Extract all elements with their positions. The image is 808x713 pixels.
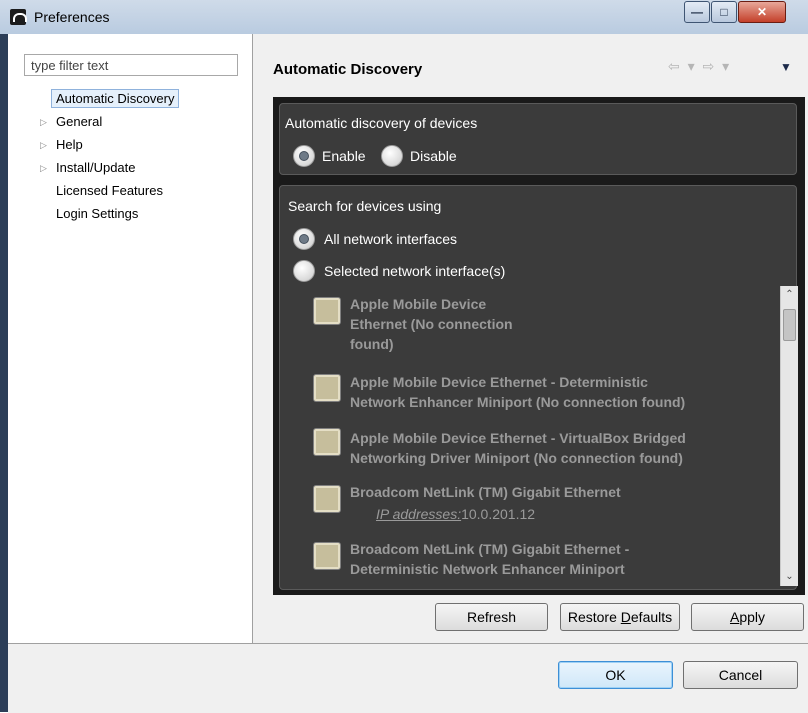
scroll-up-icon[interactable]: ⌃ bbox=[781, 286, 798, 304]
close-icon: ✕ bbox=[756, 5, 768, 19]
apply-button[interactable]: Apply bbox=[691, 603, 804, 631]
restore-label-mnemonic: D bbox=[620, 609, 631, 625]
minimize-icon: — bbox=[691, 5, 703, 19]
dropdown-icon[interactable]: ▾ bbox=[688, 58, 697, 74]
window-frame-left bbox=[0, 34, 8, 712]
all-interfaces-radio[interactable] bbox=[293, 228, 315, 250]
all-interfaces-label[interactable]: All network interfaces bbox=[324, 231, 457, 247]
maximize-icon: □ bbox=[720, 5, 728, 19]
window-title: Preferences bbox=[34, 9, 110, 25]
ip-addresses-link[interactable]: IP addresses: bbox=[376, 506, 461, 522]
scroll-thumb[interactable] bbox=[783, 309, 796, 341]
refresh-button[interactable]: Refresh bbox=[435, 603, 548, 631]
dropdown-icon[interactable]: ▾ bbox=[722, 58, 731, 74]
interface-label: Apple Mobile Device Ethernet - Determini… bbox=[350, 374, 686, 410]
cancel-button[interactable]: Cancel bbox=[683, 661, 798, 689]
expand-arrow-icon[interactable]: ▷ bbox=[40, 111, 47, 133]
expand-arrow-icon[interactable]: ▷ bbox=[40, 134, 47, 156]
interface-label: Broadcom NetLink (TM) Gigabit Ethernet -… bbox=[350, 541, 630, 577]
tree-item-label: Install/Update bbox=[56, 160, 136, 175]
tree-item-label: Automatic Discovery bbox=[51, 89, 180, 108]
interface-label: Broadcom NetLink (TM) Gigabit Ethernet bbox=[350, 484, 621, 500]
interface-checkbox[interactable] bbox=[313, 297, 341, 325]
expand-arrow-icon[interactable]: ▷ bbox=[40, 157, 47, 179]
interfaces-scrollbar[interactable]: ⌃ ⌄ bbox=[780, 286, 798, 586]
discovery-label: Automatic discovery of devices bbox=[285, 115, 478, 131]
forward-arrow-icon[interactable]: ⇨ bbox=[703, 58, 717, 74]
ok-button[interactable]: OK bbox=[558, 661, 673, 689]
restore-label-part: Restore bbox=[567, 609, 621, 625]
tree-item-label: Licensed Features bbox=[56, 183, 163, 198]
interface-label: Apple Mobile Device Ethernet (No connect… bbox=[350, 296, 513, 352]
close-button[interactable]: ✕ bbox=[738, 1, 786, 23]
enable-label[interactable]: Enable bbox=[322, 148, 366, 164]
tree-item-licensed-features[interactable]: Licensed Features bbox=[30, 180, 179, 203]
interface-checkbox[interactable] bbox=[313, 485, 341, 513]
selected-interfaces-radio[interactable] bbox=[293, 260, 315, 282]
disable-radio[interactable] bbox=[381, 145, 403, 167]
tree-item-install-update[interactable]: ▷ Install/Update bbox=[30, 157, 179, 180]
view-menu-icon[interactable]: ▼ bbox=[780, 60, 792, 74]
apply-label-mnemonic: A bbox=[729, 609, 740, 625]
apply-label-part: pply bbox=[739, 609, 766, 625]
ip-address-text: IP addresses:10.0.201.12 bbox=[376, 506, 535, 522]
filter-input[interactable] bbox=[24, 54, 238, 76]
tree-item-label: General bbox=[56, 114, 103, 129]
navigation-arrows[interactable]: ⇦ ▾ ⇨ ▾ bbox=[668, 58, 731, 75]
tree-item-label: Help bbox=[56, 137, 83, 152]
ip-address-value: 10.0.201.12 bbox=[461, 506, 536, 522]
tree-item-general[interactable]: ▷ General bbox=[30, 111, 179, 134]
interface-checkbox[interactable] bbox=[313, 428, 341, 456]
enable-radio[interactable] bbox=[293, 145, 315, 167]
maximize-button[interactable]: □ bbox=[711, 1, 737, 23]
discovery-group bbox=[279, 103, 797, 175]
scroll-down-icon[interactable]: ⌄ bbox=[781, 568, 798, 586]
tree-item-login-settings[interactable]: Login Settings bbox=[30, 203, 179, 226]
tree-item-label: Login Settings bbox=[56, 206, 139, 221]
search-label: Search for devices using bbox=[288, 198, 442, 214]
restore-label-part: efaults bbox=[630, 609, 673, 625]
restore-defaults-button[interactable]: Restore Defaults bbox=[560, 603, 680, 631]
selected-interfaces-label[interactable]: Selected network interface(s) bbox=[324, 263, 505, 279]
interface-checkbox[interactable] bbox=[313, 542, 341, 570]
tree-item-automatic-discovery[interactable]: Automatic Discovery bbox=[30, 88, 180, 111]
page-title: Automatic Discovery bbox=[273, 61, 423, 78]
interface-label: Apple Mobile Device Ethernet - VirtualBo… bbox=[350, 430, 686, 466]
disable-label[interactable]: Disable bbox=[410, 148, 457, 164]
preferences-window: Preferences — □ ✕ Automatic Discovery ▷ G… bbox=[0, 0, 808, 713]
interface-checkbox[interactable] bbox=[313, 374, 341, 402]
preferences-tree: Automatic Discovery ▷ General ▷ Help ▷ Inst… bbox=[30, 88, 180, 226]
title-bar[interactable]: Preferences — □ ✕ bbox=[0, 0, 808, 35]
tree-item-help[interactable]: ▷ Help bbox=[30, 134, 179, 157]
back-arrow-icon[interactable]: ⇦ bbox=[668, 58, 682, 74]
minimize-button[interactable]: — bbox=[684, 1, 710, 23]
app-icon bbox=[10, 9, 27, 25]
